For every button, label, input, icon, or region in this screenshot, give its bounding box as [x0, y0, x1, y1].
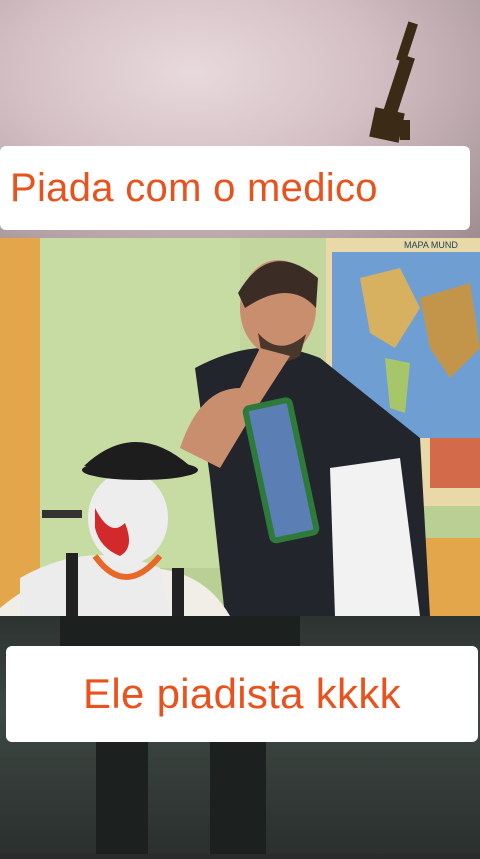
bottom-caption: Ele piadista kkkk	[6, 646, 478, 742]
video-frame: MAPA MUND	[0, 238, 480, 616]
map-title: MAPA MUND	[404, 240, 458, 250]
door-handle	[42, 510, 82, 518]
top-caption: Piada com o medico	[0, 146, 470, 230]
door-frame	[0, 238, 40, 616]
top-caption-text: Piada com o medico	[10, 165, 378, 210]
bottom-caption-text: Ele piadista kkkk	[83, 670, 401, 717]
